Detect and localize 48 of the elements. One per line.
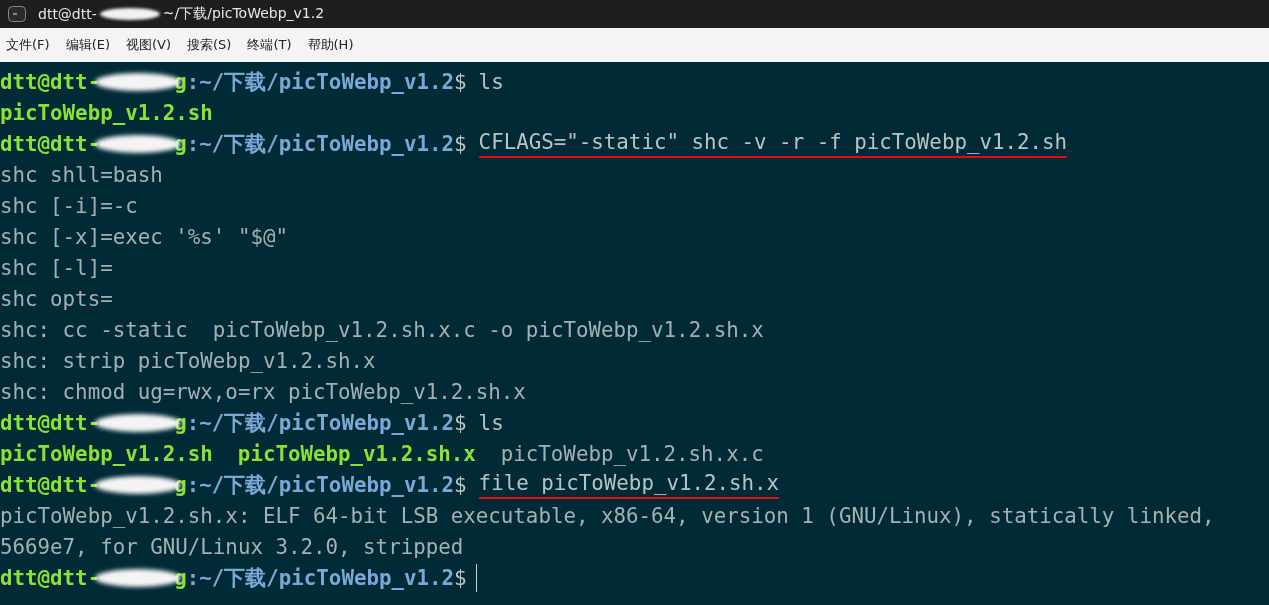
terminal-icon xyxy=(8,6,26,22)
output-text: shc shll=bash xyxy=(0,162,163,187)
window-title: ~/下载/picToWebp_v1.2 xyxy=(162,5,325,23)
prompt-sign: $ xyxy=(454,69,467,94)
prompt-path: :~/下载/picToWebp_v1.2 xyxy=(186,68,455,96)
output-text: shc: chmod ug=rwx,o=rx picToWebp_v1.2.sh.x xyxy=(0,379,526,404)
output-text: picToWebp_v1.2.sh xyxy=(0,100,213,125)
prompt-sign: $ xyxy=(454,472,467,497)
output-text: shc [-x]=exec '%s' "$@" xyxy=(0,224,288,249)
prompt-user: dtt@dtt- xyxy=(0,410,101,435)
redaction-mark xyxy=(98,7,161,21)
output-text: shc opts= xyxy=(0,286,113,311)
menu-item[interactable]: 编辑(E) xyxy=(65,34,110,56)
output-text: picToWebp_v1.2.sh.x xyxy=(237,441,476,466)
prompt-host: g xyxy=(174,565,187,590)
prompt-sign: $ xyxy=(454,565,467,590)
prompt-path: :~/下载/picToWebp_v1.2 xyxy=(186,130,455,158)
output-text: picToWebp_v1.2.sh.x: ELF 64-bit LSB executable, x86-64, version 1 (GNU/Linux), statically linked, xyxy=(0,503,1215,528)
prompt-host: g xyxy=(174,472,187,497)
prompt-sign: $ xyxy=(454,410,467,435)
command-text: ls xyxy=(478,410,504,435)
prompt-user: dtt@dtt- xyxy=(0,131,101,156)
prompt-host: g xyxy=(174,69,187,94)
output-text: shc: cc -static picToWebp_v1.2.sh.x.c -o picToWebp_v1.2.sh.x xyxy=(0,317,764,342)
prompt-path: :~/下载/picToWebp_v1.2 xyxy=(186,564,455,592)
menu-item[interactable]: 帮助(H) xyxy=(307,34,354,56)
output-text: picToWebp_v1.2.sh xyxy=(0,441,213,466)
prompt-host: g xyxy=(174,131,187,156)
command-text: file picToWebp_v1.2.sh.x xyxy=(478,470,780,499)
command-text: CFLAGS="-static" shc -v -r -f picToWebp_v1.2.sh xyxy=(478,129,1068,158)
menu-item[interactable]: 终端(T) xyxy=(247,34,292,56)
output-text: shc [-l]= xyxy=(0,255,113,280)
output-text: shc [-i]=-c xyxy=(0,193,138,218)
window-title: dtt@dtt- xyxy=(38,6,97,22)
prompt-host: g xyxy=(174,410,187,435)
menu-item[interactable]: 搜索(S) xyxy=(187,34,232,56)
prompt-path: :~/下载/picToWebp_v1.2 xyxy=(186,471,455,499)
prompt-user: dtt@dtt- xyxy=(0,565,101,590)
output-text: 5669e7, for GNU/Linux 3.2.0, stripped xyxy=(0,534,464,559)
prompt-sign: $ xyxy=(454,131,467,156)
prompt-path: :~/下载/picToWebp_v1.2 xyxy=(186,409,455,437)
output-text: picToWebp_v1.2.sh.x.c xyxy=(500,441,764,466)
prompt-user: dtt@dtt- xyxy=(0,472,101,497)
menu-item[interactable]: 文件(F) xyxy=(6,34,50,56)
command-text: ls xyxy=(478,69,504,94)
output-text: shc: strip picToWebp_v1.2.sh.x xyxy=(0,348,376,373)
prompt-user: dtt@dtt- xyxy=(0,69,101,94)
menu-item[interactable]: 视图(V) xyxy=(126,34,172,56)
